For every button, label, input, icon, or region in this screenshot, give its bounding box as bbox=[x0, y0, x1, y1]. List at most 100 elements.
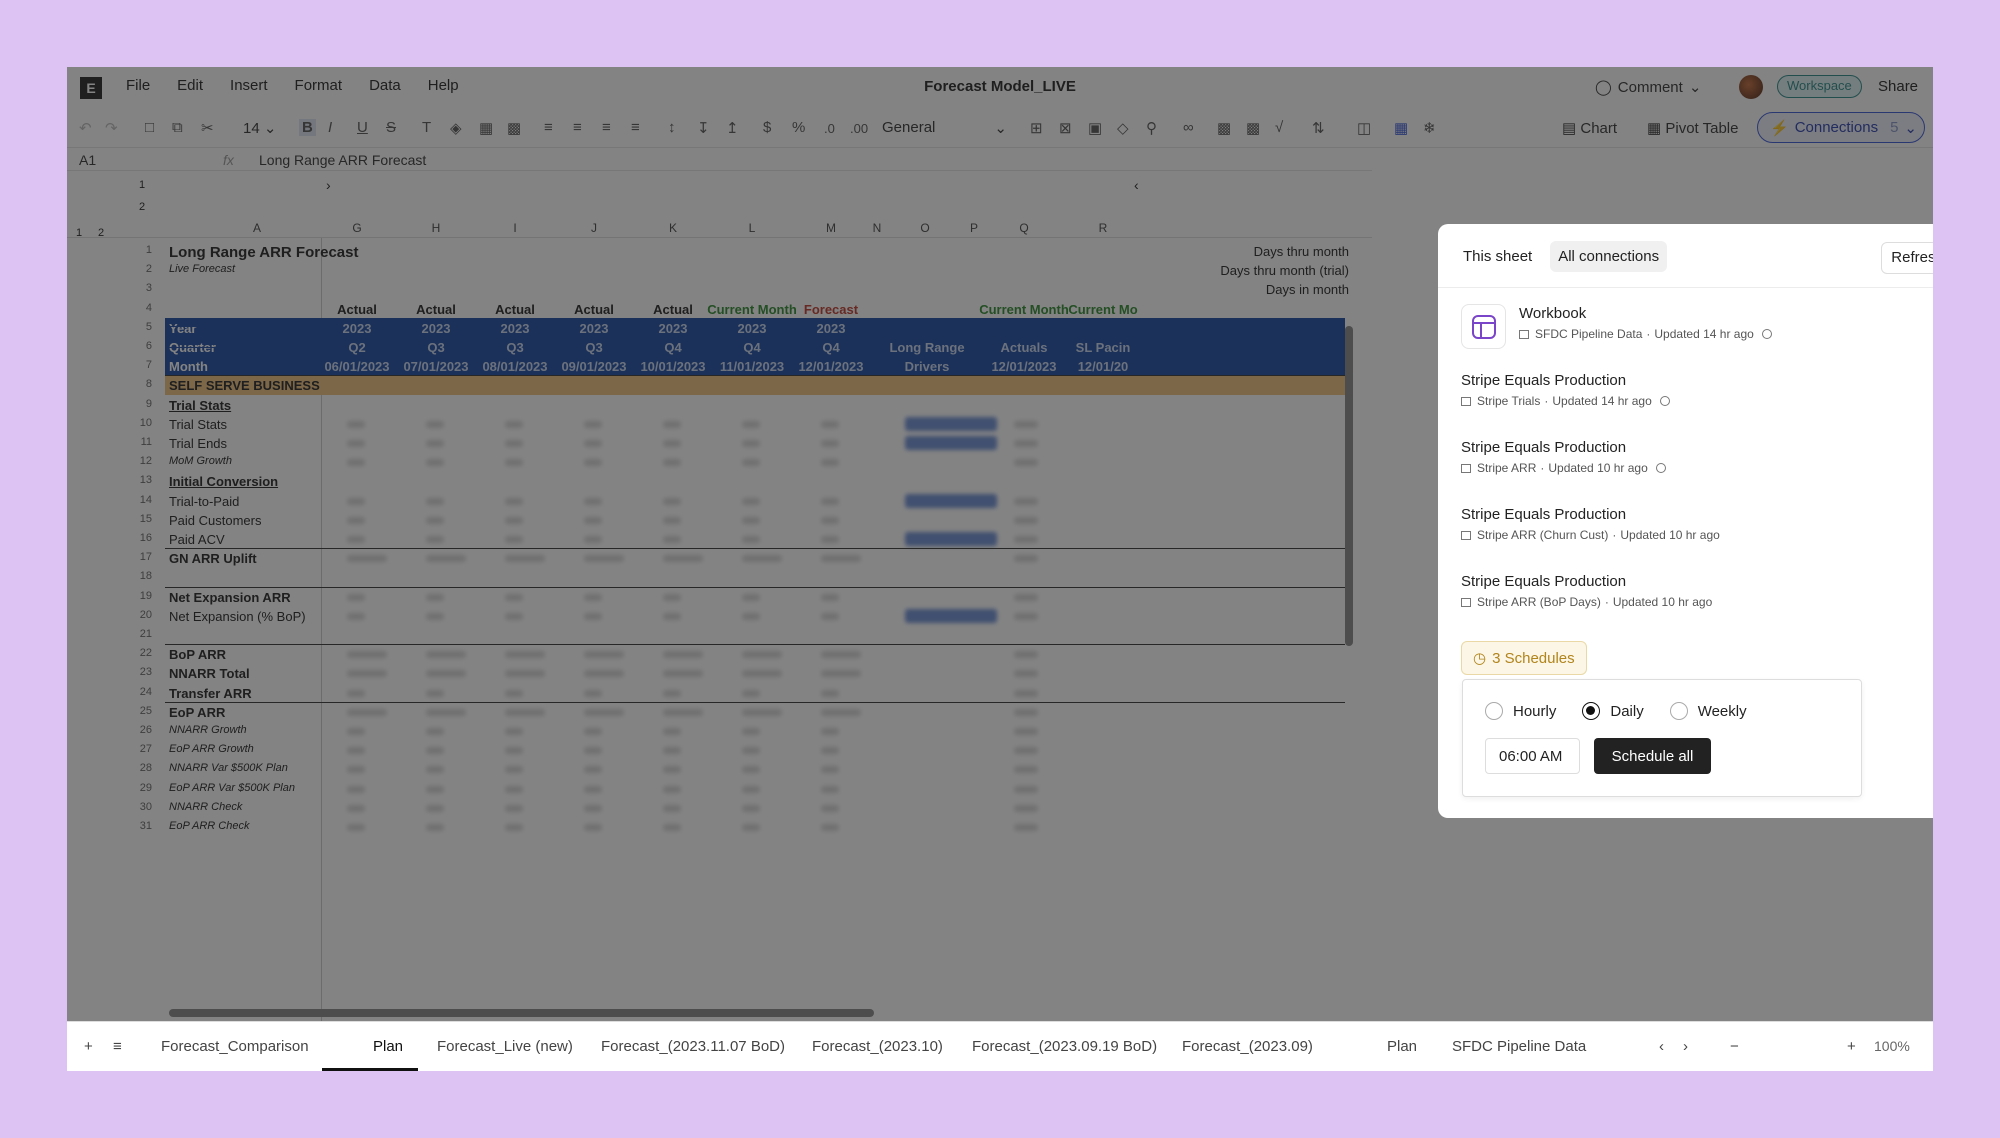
cell-a[interactable]: Month bbox=[169, 359, 208, 374]
vertical-scrollbar[interactable] bbox=[1345, 326, 1353, 646]
redo-icon[interactable]: ↷ bbox=[105, 119, 118, 137]
row-number[interactable]: 11 bbox=[122, 436, 152, 448]
avatar[interactable] bbox=[1739, 75, 1763, 99]
sheet-tab[interactable]: Forecast_Comparison bbox=[161, 1038, 309, 1055]
font-size-select[interactable]: 14 ⌄ bbox=[243, 119, 276, 137]
column-header[interactable]: P bbox=[964, 221, 984, 235]
align-left-icon[interactable]: ≡ bbox=[544, 119, 553, 136]
zoom-out-icon[interactable]: − bbox=[1730, 1038, 1739, 1055]
cell-a[interactable]: Trial-to-Paid bbox=[169, 494, 239, 509]
cell-a[interactable]: EoP ARR Var $500K Plan bbox=[169, 782, 295, 794]
schedules-badge[interactable]: ◷ 3 Schedules bbox=[1461, 641, 1587, 675]
sheet-tab[interactable]: Forecast_(2023.11.07 BoD) bbox=[601, 1038, 785, 1055]
sheet-tab[interactable]: Forecast_Live (new) bbox=[437, 1038, 573, 1055]
cell-a[interactable]: BoP ARR bbox=[169, 647, 226, 662]
align-right-icon[interactable]: ≡ bbox=[602, 119, 611, 136]
cell-a[interactable]: Trial Stats bbox=[169, 417, 227, 432]
underline-icon[interactable]: U bbox=[357, 119, 368, 136]
connection-item[interactable]: Stripe Equals Production Stripe ARR (BoP… bbox=[1461, 573, 1712, 609]
undo-icon[interactable]: ↶ bbox=[79, 119, 92, 137]
connection-item[interactable]: Stripe Equals Production Stripe ARR (Chu… bbox=[1461, 506, 1720, 542]
expand-columns-icon[interactable]: › bbox=[326, 177, 331, 193]
tab-this-sheet[interactable]: This sheet bbox=[1455, 241, 1540, 272]
eraser-icon[interactable]: ◇ bbox=[1117, 119, 1129, 137]
row-number[interactable]: 13 bbox=[122, 474, 152, 486]
zoom-in-icon[interactable]: + bbox=[1847, 1038, 1856, 1055]
cell-a[interactable]: EoP ARR bbox=[169, 705, 225, 720]
search-icon[interactable]: ⚲ bbox=[1146, 119, 1157, 137]
wrap-icon[interactable]: ≡ bbox=[631, 119, 640, 136]
row-number[interactable]: 14 bbox=[122, 494, 152, 506]
sheet-tab[interactable]: Forecast_(2023.10) bbox=[812, 1038, 943, 1055]
tab-all-connections[interactable]: All connections bbox=[1550, 241, 1668, 272]
cell-a[interactable]: Paid Customers bbox=[169, 513, 261, 528]
cell-a[interactable]: NNARR Var $500K Plan bbox=[169, 762, 288, 774]
sheet-tab[interactable]: Forecast_(2023.09) bbox=[1182, 1038, 1313, 1055]
chart-button[interactable]: ▤ Chart bbox=[1562, 119, 1617, 137]
cell-a[interactable]: Long Range ARR Forecast bbox=[169, 244, 358, 261]
cell-a[interactable]: Trial Stats bbox=[169, 398, 231, 413]
row-number[interactable]: 9 bbox=[122, 398, 152, 410]
link-icon[interactable]: ∞ bbox=[1183, 119, 1194, 136]
column-header[interactable]: Q bbox=[1014, 221, 1034, 235]
row-number[interactable]: 3 bbox=[122, 282, 152, 294]
pivot-table-button[interactable]: ▦ Pivot Table bbox=[1647, 119, 1738, 137]
cell-a[interactable]: EoP ARR Growth bbox=[169, 743, 254, 755]
valign-bottom-icon[interactable]: ↧ bbox=[697, 119, 710, 137]
cell-a[interactable]: Transfer ARR bbox=[169, 686, 252, 701]
fill-color-icon[interactable]: ◈ bbox=[450, 119, 462, 137]
insert-icon[interactable]: ⊞ bbox=[1030, 119, 1043, 137]
add-sheet-icon[interactable]: + bbox=[84, 1038, 93, 1055]
valign-middle-icon[interactable]: ↕ bbox=[668, 119, 676, 136]
cell-a[interactable]: MoM Growth bbox=[169, 455, 232, 467]
validation-icon[interactable]: ▩ bbox=[1246, 119, 1260, 137]
paste-icon[interactable]: □ bbox=[145, 119, 154, 136]
merge-icon[interactable]: ▩ bbox=[507, 119, 521, 137]
connection-item[interactable]: Stripe Equals Production Stripe ARR · Up… bbox=[1461, 439, 1666, 475]
borders-icon[interactable]: ▦ bbox=[479, 119, 493, 137]
valign-top-icon[interactable]: ↥ bbox=[726, 119, 739, 137]
copy-icon[interactable]: ⧉ bbox=[172, 119, 183, 136]
align-center-icon[interactable]: ≡ bbox=[573, 119, 582, 136]
share-button[interactable]: Share bbox=[1878, 78, 1918, 95]
column-header[interactable]: R bbox=[1093, 221, 1113, 235]
row-number[interactable]: 4 bbox=[122, 302, 152, 314]
schedule-all-button[interactable]: Schedule all bbox=[1594, 738, 1711, 774]
column-header[interactable]: A bbox=[247, 221, 267, 235]
row-number[interactable]: 24 bbox=[122, 686, 152, 698]
cut-icon[interactable]: ✂ bbox=[201, 119, 214, 137]
cell-a[interactable]: Initial Conversion bbox=[169, 474, 278, 489]
cell-a[interactable]: Live Forecast bbox=[169, 263, 235, 275]
cell-a[interactable]: NNARR Total bbox=[169, 666, 250, 681]
row-number[interactable]: 7 bbox=[122, 359, 152, 371]
row-number[interactable]: 31 bbox=[122, 820, 152, 832]
workspace-badge[interactable]: Workspace bbox=[1777, 75, 1862, 98]
row-number[interactable]: 16 bbox=[122, 532, 152, 544]
formula-input[interactable]: Long Range ARR Forecast bbox=[259, 152, 426, 168]
row-number[interactable]: 18 bbox=[122, 570, 152, 582]
spreadsheet-grid[interactable]: 1 2 1 2 › ‹ AGHIJKLMNOPQR 1 Long Range AR… bbox=[67, 171, 1372, 1021]
row-number[interactable]: 28 bbox=[122, 762, 152, 774]
column-header[interactable]: L bbox=[742, 221, 762, 235]
row-number[interactable]: 25 bbox=[122, 705, 152, 717]
cell-a[interactable]: EoP ARR Check bbox=[169, 820, 250, 832]
zoom-level[interactable]: 100% bbox=[1874, 1038, 1910, 1054]
refresh-all-button[interactable]: Refresh all bbox=[1881, 242, 1933, 274]
cell-a[interactable]: Net Expansion ARR bbox=[169, 590, 291, 605]
row-number[interactable]: 29 bbox=[122, 782, 152, 794]
italic-icon[interactable]: I bbox=[328, 119, 332, 136]
row-number[interactable]: 10 bbox=[122, 417, 152, 429]
row-number[interactable]: 1 bbox=[122, 244, 152, 256]
time-input[interactable] bbox=[1485, 738, 1580, 774]
cell-a[interactable]: Net Expansion (% BoP) bbox=[169, 609, 306, 624]
column-header[interactable]: K bbox=[663, 221, 683, 235]
grid-view-icon[interactable]: ▦ bbox=[1394, 119, 1408, 137]
row-number[interactable]: 27 bbox=[122, 743, 152, 755]
row-number[interactable]: 20 bbox=[122, 609, 152, 621]
strikethrough-icon[interactable]: S bbox=[386, 119, 396, 136]
collapse-columns-icon[interactable]: ‹ bbox=[1134, 177, 1139, 193]
cell-a[interactable]: SELF SERVE BUSINESS bbox=[169, 378, 320, 393]
currency-icon[interactable]: $ bbox=[763, 119, 771, 136]
horizontal-scrollbar[interactable] bbox=[169, 1009, 874, 1017]
row-number[interactable]: 6 bbox=[122, 340, 152, 352]
